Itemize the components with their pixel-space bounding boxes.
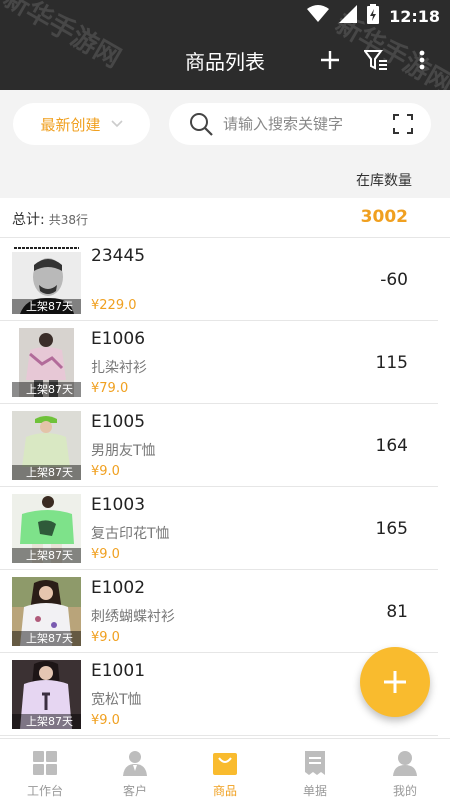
product-name: 扎染衬衫 <box>91 360 147 376</box>
nav-item-products[interactable]: 商品 <box>180 739 270 800</box>
scan-button[interactable] <box>393 114 413 138</box>
shelf-age-badge: 上架87天 <box>12 548 81 563</box>
more-button[interactable] <box>410 46 434 74</box>
product-thumbnail: 上架87天 <box>12 245 81 314</box>
shelf-age-badge: 上架87天 <box>12 631 81 646</box>
more-vert-icon <box>419 50 425 70</box>
receipt-icon <box>305 751 325 775</box>
product-thumbnail: 上架87天 <box>12 494 81 563</box>
signal-icon <box>339 5 358 27</box>
nav-item-customers[interactable]: 客户 <box>90 739 180 800</box>
product-thumbnail: 上架87天 <box>12 411 81 480</box>
summary-label: 总计: <box>12 212 45 228</box>
product-code: E1006 <box>91 329 146 349</box>
summary-row-count: 共38行 <box>48 213 88 227</box>
add-button[interactable] <box>318 46 342 74</box>
filter-button[interactable] <box>364 46 388 74</box>
product-thumbnail: 上架87天 <box>12 328 81 397</box>
product-name: 刺绣蝴蝶衬衫 <box>91 609 175 625</box>
product-qty: 165 <box>375 519 408 539</box>
product-price: ¥9.0 <box>91 464 120 479</box>
product-row[interactable]: 上架87天 E1003 复古印花T恤 ¥9.0 165 <box>0 487 438 570</box>
product-row[interactable]: 上架87天 E1005 男朋友T恤 ¥9.0 164 <box>0 404 438 487</box>
product-price: ¥9.0 <box>91 630 120 645</box>
summary-total-qty: 3002 <box>360 207 408 227</box>
add-product-fab[interactable] <box>360 647 430 717</box>
product-thumbnail: 上架87天 <box>12 577 81 646</box>
product-qty: -60 <box>380 270 408 290</box>
product-qty: 81 <box>386 602 408 622</box>
product-name: 宽松T恤 <box>91 692 142 708</box>
shelf-age-badge: 上架87天 <box>12 714 81 729</box>
product-qty: 115 <box>375 353 408 373</box>
list-header: 在库数量 <box>0 160 450 198</box>
filter-icon <box>364 50 387 70</box>
product-code: 23445 <box>91 246 146 266</box>
search-input[interactable] <box>223 115 388 133</box>
search-box <box>169 103 431 145</box>
product-name: 复古印花T恤 <box>91 526 170 542</box>
sort-label: 最新创建 <box>40 115 101 134</box>
battery-icon <box>367 4 380 28</box>
grid-icon <box>33 751 57 775</box>
bag-icon <box>213 753 237 775</box>
status-time: 12:18 <box>389 6 440 26</box>
product-thumbnail: 上架87天 <box>12 660 81 729</box>
filter-bar: 最新创建 <box>0 90 450 160</box>
nav-label: 工作台 <box>26 784 63 798</box>
chevron-down-icon <box>110 120 123 128</box>
shelf-age-badge: 上架87天 <box>12 382 81 397</box>
product-row[interactable]: 上架87天 E1002 刺绣蝴蝶衬衫 ¥9.0 81 <box>0 570 438 653</box>
shelf-age-badge: 上架87天 <box>12 465 81 480</box>
plus-icon <box>321 51 339 69</box>
product-price: ¥9.0 <box>91 713 120 728</box>
product-row[interactable]: 上架87天 23445 ¥229.0 -60 <box>0 238 438 321</box>
shelf-age-badge: 上架87天 <box>12 299 81 314</box>
product-row[interactable]: 上架87天 E1006 扎染衬衫 ¥79.0 115 <box>0 321 438 404</box>
user-icon <box>393 751 417 776</box>
product-name: 男朋友T恤 <box>91 443 156 459</box>
plus-icon <box>384 671 406 693</box>
scan-icon <box>393 114 413 134</box>
product-price: ¥79.0 <box>91 381 129 396</box>
stock-column-label: 在库数量 <box>356 173 412 189</box>
nav-item-documents[interactable]: 单据 <box>270 739 360 800</box>
search-icon <box>190 113 213 136</box>
product-code: E1005 <box>91 412 146 432</box>
product-code: E1002 <box>91 578 146 598</box>
nav-item-workbench[interactable]: 工作台 <box>0 739 90 800</box>
wifi-icon <box>307 5 330 27</box>
nav-item-me[interactable]: 我的 <box>360 739 450 800</box>
product-qty: 164 <box>375 436 408 456</box>
summary-row: 总计: 共38行 3002 <box>0 198 450 238</box>
product-code: E1001 <box>91 661 146 681</box>
nav-label: 商品 <box>212 784 237 798</box>
product-code: E1003 <box>91 495 146 515</box>
nav-label: 单据 <box>302 784 327 798</box>
status-bar: 12:18 <box>307 4 440 28</box>
sort-dropdown[interactable]: 最新创建 <box>13 103 150 145</box>
product-price: ¥229.0 <box>91 298 137 313</box>
person-icon <box>123 751 147 776</box>
bottom-nav: 工作台 客户 商品 单据 我的 <box>0 738 450 800</box>
nav-label: 客户 <box>122 784 147 798</box>
product-price: ¥9.0 <box>91 547 120 562</box>
app-bar: 新华手游网 新华手游网 12:18 商品列表 <box>0 0 450 100</box>
nav-label: 我的 <box>392 784 417 798</box>
